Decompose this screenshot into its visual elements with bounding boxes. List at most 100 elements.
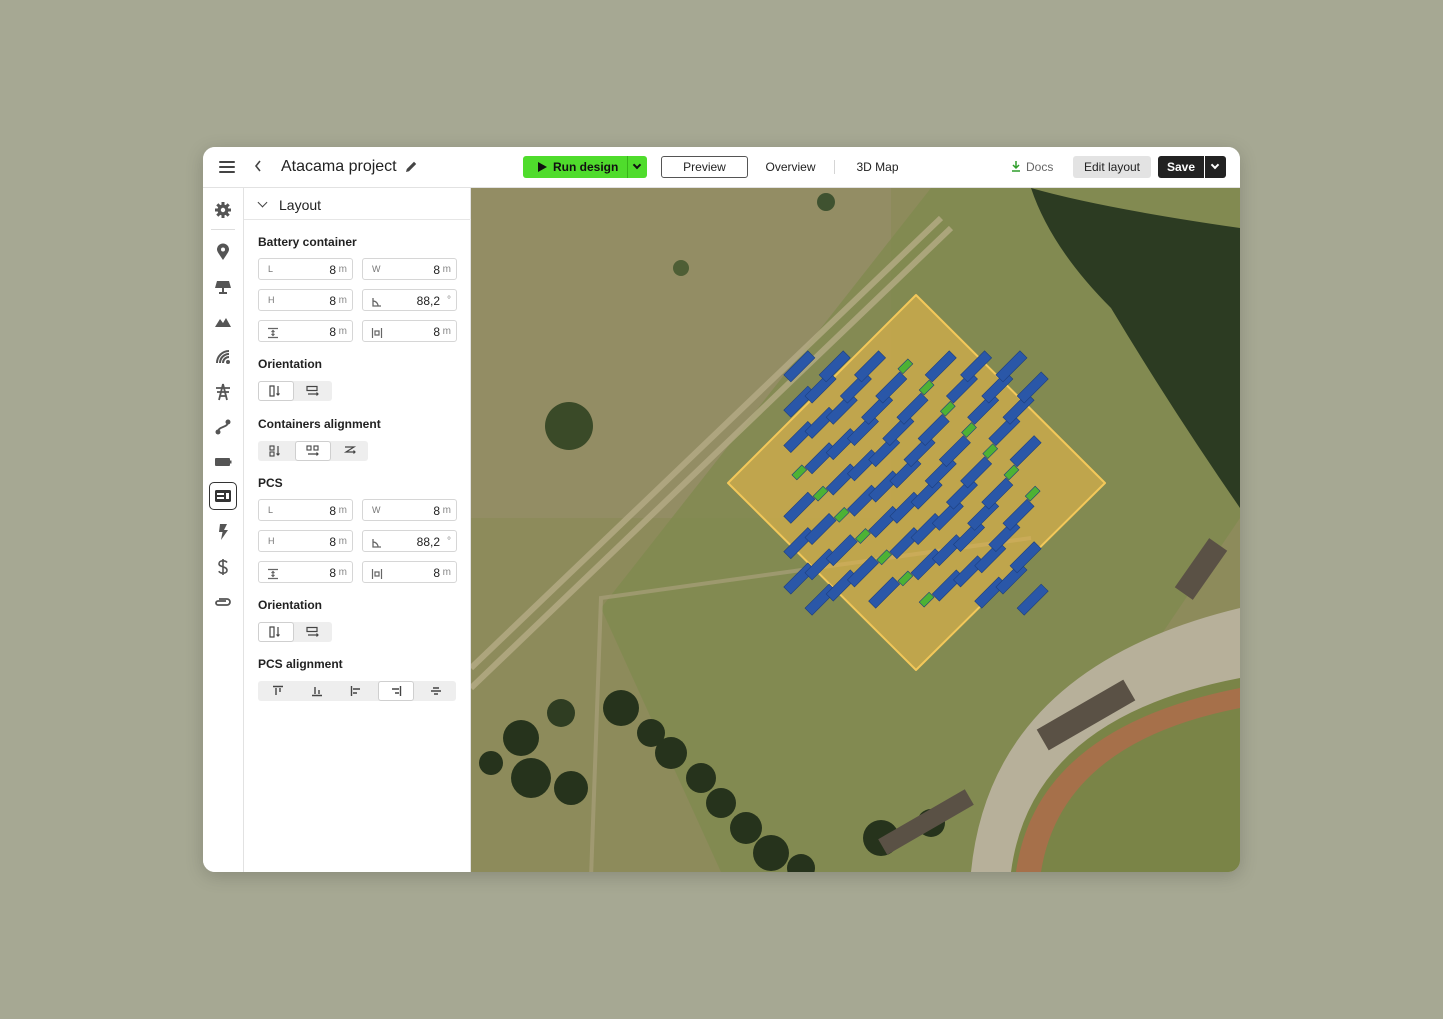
align-bottom-icon[interactable] bbox=[299, 681, 335, 701]
save-dropdown-button[interactable] bbox=[1205, 156, 1226, 178]
tree bbox=[817, 193, 835, 211]
horizontal-spacing-icon bbox=[371, 567, 383, 579]
align-zigzag-icon[interactable] bbox=[332, 441, 368, 461]
satellite-map[interactable] bbox=[471, 188, 1240, 872]
paperclip-icon[interactable] bbox=[209, 588, 237, 616]
align-top-icon[interactable] bbox=[260, 681, 296, 701]
transmission-tower-icon[interactable] bbox=[209, 378, 237, 406]
pcs-spacing-field[interactable]: 8 m bbox=[258, 561, 353, 583]
vertical-orientation-icon[interactable] bbox=[258, 622, 294, 642]
tool-rail bbox=[203, 188, 244, 872]
field-value: 8 bbox=[329, 504, 336, 518]
run-design-dropdown-button[interactable] bbox=[627, 156, 647, 178]
pcs-length-field[interactable]: L 8 m bbox=[258, 499, 353, 521]
wind-icon[interactable] bbox=[209, 343, 237, 371]
vertical-spacing-icon bbox=[267, 326, 279, 339]
run-design-label: Run design bbox=[553, 160, 619, 174]
pcs-orientation-title: Orientation bbox=[258, 598, 323, 612]
field-unit: m bbox=[442, 264, 451, 275]
align-grid-icon[interactable] bbox=[295, 441, 331, 461]
location-pin-icon[interactable] bbox=[209, 238, 237, 266]
pcs-title: PCS bbox=[258, 476, 283, 490]
tab-preview[interactable]: Preview bbox=[661, 156, 748, 178]
dollar-icon[interactable] bbox=[209, 553, 237, 581]
width-label: W bbox=[372, 505, 381, 515]
field-unit: m bbox=[338, 536, 347, 547]
align-right-icon[interactable] bbox=[378, 681, 414, 701]
run-design-button[interactable]: Run design bbox=[523, 156, 627, 178]
horizontal-orientation-icon[interactable] bbox=[295, 381, 331, 401]
height-label: H bbox=[268, 295, 275, 305]
field-value: 8 bbox=[329, 535, 336, 549]
app-window: Atacama project Run design Preview Overv… bbox=[203, 147, 1240, 872]
edit-layout-button[interactable]: Edit layout bbox=[1073, 156, 1151, 178]
docs-link[interactable]: Docs bbox=[1011, 159, 1053, 175]
tab-overview[interactable]: Overview bbox=[749, 156, 832, 178]
orientation-title: Orientation bbox=[258, 357, 323, 371]
view-tabs: Preview Overview 3D Map bbox=[661, 156, 920, 178]
chevron-down-icon bbox=[1210, 160, 1220, 170]
edit-title-pencil-icon[interactable] bbox=[403, 159, 419, 175]
field-value: 8 bbox=[329, 294, 336, 308]
battery-gap-field[interactable]: 8 m bbox=[362, 320, 457, 342]
solar-panel-icon[interactable] bbox=[209, 273, 237, 301]
height-label: H bbox=[268, 536, 275, 546]
field-value: 8 bbox=[433, 566, 440, 580]
menu-icon[interactable] bbox=[219, 161, 235, 173]
chevron-down-icon bbox=[632, 160, 642, 170]
pcs-height-field[interactable]: H 8 m bbox=[258, 530, 353, 552]
rail-divider bbox=[211, 229, 235, 230]
align-column-icon[interactable] bbox=[258, 441, 294, 461]
layout-icon[interactable] bbox=[209, 482, 237, 510]
vertical-spacing-icon bbox=[267, 567, 279, 580]
chevron-down-icon bbox=[257, 197, 268, 208]
field-unit: ° bbox=[447, 295, 451, 306]
field-value: 88,2 bbox=[416, 294, 440, 308]
field-value: 8 bbox=[433, 325, 440, 339]
tab-3d-map[interactable]: 3D Map bbox=[835, 156, 920, 178]
layout-panel: Layout Battery container L 8 m W 8 m H 8… bbox=[244, 188, 471, 872]
battery-container-title: Battery container bbox=[258, 235, 357, 249]
pcs-alignment-toggle bbox=[258, 681, 456, 701]
field-unit: m bbox=[338, 326, 347, 337]
download-icon bbox=[1011, 160, 1021, 172]
pcs-alignment-title: PCS alignment bbox=[258, 657, 343, 671]
battery-icon[interactable] bbox=[209, 448, 237, 476]
terrain-icon[interactable] bbox=[209, 308, 237, 336]
pcs-gap-field[interactable]: 8 m bbox=[362, 561, 457, 583]
battery-angle-field[interactable]: 88,2 ° bbox=[362, 289, 457, 311]
project-title: Atacama project bbox=[281, 158, 397, 175]
layout-section-header[interactable]: Layout bbox=[244, 188, 471, 220]
length-label: L bbox=[268, 264, 274, 274]
field-unit: ° bbox=[447, 536, 451, 547]
field-value: 8 bbox=[329, 566, 336, 580]
gear-icon[interactable] bbox=[209, 196, 237, 224]
width-label: W bbox=[372, 264, 381, 274]
pcs-width-field[interactable]: W 8 m bbox=[362, 499, 457, 521]
angle-icon bbox=[371, 536, 383, 548]
play-icon bbox=[538, 162, 547, 172]
containers-alignment-toggle bbox=[258, 441, 368, 461]
battery-height-field[interactable]: H 8 m bbox=[258, 289, 353, 311]
vertical-orientation-icon[interactable] bbox=[258, 381, 294, 401]
field-unit: m bbox=[338, 295, 347, 306]
back-chevron-icon[interactable] bbox=[253, 158, 265, 176]
pcs-orientation-toggle bbox=[258, 622, 332, 642]
horizontal-spacing-icon bbox=[371, 326, 383, 338]
battery-spacing-field[interactable]: 8 m bbox=[258, 320, 353, 342]
field-unit: m bbox=[338, 264, 347, 275]
horizontal-orientation-icon[interactable] bbox=[295, 622, 331, 642]
align-center-icon[interactable] bbox=[418, 681, 454, 701]
save-button[interactable]: Save bbox=[1158, 156, 1204, 178]
top-bar: Atacama project Run design Preview Overv… bbox=[203, 147, 1240, 188]
tree bbox=[545, 402, 593, 450]
pcs-angle-field[interactable]: 88,2 ° bbox=[362, 530, 457, 552]
battery-width-field[interactable]: W 8 m bbox=[362, 258, 457, 280]
battery-length-field[interactable]: L 8 m bbox=[258, 258, 353, 280]
align-left-icon[interactable] bbox=[338, 681, 374, 701]
field-value: 8 bbox=[433, 263, 440, 277]
route-icon[interactable] bbox=[209, 413, 237, 441]
field-unit: m bbox=[442, 567, 451, 578]
lightning-icon[interactable] bbox=[209, 518, 237, 546]
field-unit: m bbox=[338, 567, 347, 578]
